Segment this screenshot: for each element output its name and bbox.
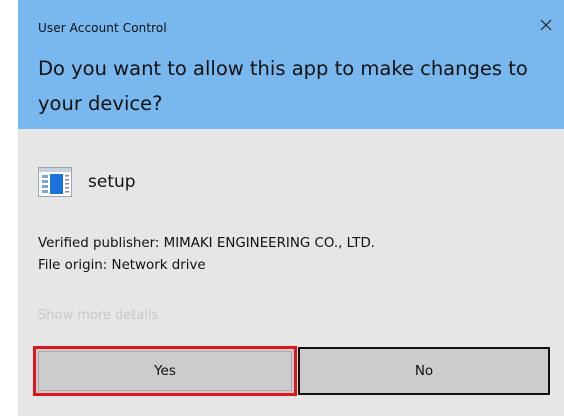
- window-title: User Account Control: [38, 21, 167, 35]
- button-row: Yes No: [18, 346, 564, 402]
- publisher-info: Verified publisher: MIMAKI ENGINEERING C…: [38, 233, 375, 277]
- close-button[interactable]: [528, 10, 564, 40]
- application-window-icon: [38, 167, 72, 197]
- close-icon: [540, 19, 552, 31]
- app-row: setup: [38, 164, 136, 200]
- show-more-details-link[interactable]: Show more details: [38, 308, 158, 323]
- uac-dialog: User Account Control Do you want to allo…: [18, 0, 564, 416]
- file-origin: File origin: Network drive: [38, 258, 206, 273]
- app-name: setup: [88, 172, 136, 192]
- yes-button[interactable]: Yes: [33, 346, 297, 396]
- dialog-header: User Account Control Do you want to allo…: [18, 0, 564, 129]
- no-button-label: No: [414, 363, 434, 379]
- no-button[interactable]: No: [298, 347, 550, 395]
- yes-button-label: Yes: [38, 351, 292, 391]
- verified-publisher: Verified publisher: MIMAKI ENGINEERING C…: [38, 236, 376, 251]
- consent-question: Do you want to allow this app to make ch…: [38, 57, 528, 115]
